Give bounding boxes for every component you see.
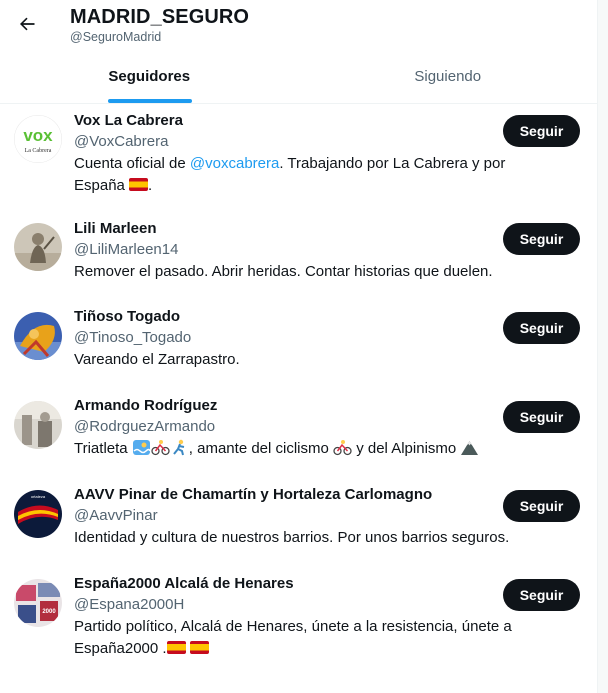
user-bio: Remover el pasado. Abrir heridas. Contar… <box>74 263 493 280</box>
bio-text: España <box>74 177 130 194</box>
runner-icon <box>170 439 189 456</box>
user-bio: Triatleta , amante del ciclismo y del Al… <box>74 438 574 460</box>
user-name[interactable]: AAVV Pinar de Chamartín y Hortaleza Carl… <box>74 486 432 503</box>
scrollbar[interactable] <box>597 0 608 693</box>
avatar[interactable] <box>14 401 62 449</box>
vox-logo-icon: vox La Cabrera <box>14 115 62 163</box>
page-title: MADRID_SEGURO <box>70 6 250 28</box>
follow-button[interactable]: Seguir <box>503 115 580 147</box>
arrow-left-icon <box>20 17 35 31</box>
user-handle: @Tinoso_Togado <box>74 329 192 346</box>
spain-flag-icon <box>129 178 149 191</box>
swimmer-icon <box>132 439 151 456</box>
cyclist-icon <box>151 439 170 456</box>
follow-button[interactable]: Seguir <box>503 490 580 522</box>
user-bio: Cuenta oficial de @voxcabrera. Trabajand… <box>74 155 506 194</box>
user-bio: Vareando el Zarrapastro. <box>74 351 240 368</box>
grey-photo-icon <box>14 401 62 449</box>
user-handle: @VoxCabrera <box>74 133 169 150</box>
bio-text: y del Alpinismo <box>352 440 461 457</box>
page-handle: @SeguroMadrid <box>70 30 162 44</box>
poster-collage-icon: 2000 <box>14 579 62 627</box>
tab-siguiendo[interactable]: Siguiendo <box>299 54 598 103</box>
avatar[interactable]: 2000 <box>14 579 62 627</box>
mountain-icon <box>460 439 479 456</box>
svg-text:ortaleza: ortaleza <box>31 494 46 499</box>
bio-text: Triatleta <box>74 440 132 457</box>
svg-text:La Cabrera: La Cabrera <box>25 148 52 154</box>
follow-button[interactable]: Seguir <box>503 401 580 433</box>
back-button[interactable] <box>10 7 44 41</box>
user-name[interactable]: Tiñoso Togado <box>74 308 180 325</box>
list-item[interactable]: ortaleza AAVV Pinar de Chamartín y Horta… <box>0 480 597 568</box>
user-bio: Partido político, Alcalá de Henares, úne… <box>74 616 574 660</box>
avatar[interactable] <box>14 312 62 360</box>
user-name[interactable]: Vox La Cabrera <box>74 112 183 129</box>
list-item[interactable]: Armando Rodríguez @RodrguezArmando Segui… <box>0 391 597 479</box>
list-item[interactable]: vox La Cabrera Vox La Cabrera @VoxCabrer… <box>0 105 597 213</box>
tab-bar: Seguidores Siguiendo <box>0 54 597 104</box>
list-item[interactable]: Tiñoso Togado @Tinoso_Togado Seguir Vare… <box>0 302 597 390</box>
svg-text:2000: 2000 <box>42 609 56 615</box>
cyclist-icon <box>333 439 352 456</box>
spain-flag-icon <box>166 641 186 654</box>
active-tab-indicator <box>108 99 192 103</box>
user-handle: @LiliMarleen14 <box>74 241 179 258</box>
user-name[interactable]: Armando Rodríguez <box>74 397 217 414</box>
cartoon-figure-icon <box>14 312 62 360</box>
profile-header: MADRID_SEGURO @SeguroMadrid <box>0 0 597 54</box>
spain-flag-badge-icon: ortaleza <box>14 490 62 538</box>
tab-seguidores[interactable]: Seguidores <box>0 54 299 103</box>
bio-mention-link[interactable]: @voxcabrera <box>190 155 279 172</box>
list-item[interactable]: 2000 España2000 Alcalá de Henares @Espan… <box>0 569 597 679</box>
bio-text: . Trabajando por La Cabrera y por <box>279 155 506 172</box>
avatar[interactable]: ortaleza <box>14 490 62 538</box>
spain-flag-icon <box>189 641 209 654</box>
follow-button[interactable]: Seguir <box>503 579 580 611</box>
bio-text: España2000 . <box>74 640 167 657</box>
user-handle: @RodrguezArmando <box>74 418 216 435</box>
sepia-photo-icon <box>14 223 62 271</box>
follow-button[interactable]: Seguir <box>503 223 580 255</box>
bio-text: Cuenta oficial de <box>74 155 190 172</box>
user-name[interactable]: Lili Marleen <box>74 220 157 237</box>
user-handle: @AavvPinar <box>74 507 158 524</box>
tab-label: Siguiendo <box>414 68 482 85</box>
bio-text: , amante del ciclismo <box>188 440 334 457</box>
avatar[interactable] <box>14 223 62 271</box>
list-item[interactable]: Lili Marleen @LiliMarleen14 Seguir Remov… <box>0 213 597 301</box>
follow-button[interactable]: Seguir <box>503 312 580 344</box>
user-bio: Identidad y cultura de nuestros barrios.… <box>74 529 510 546</box>
tab-label: Seguidores <box>108 68 191 85</box>
user-name[interactable]: España2000 Alcalá de Henares <box>74 575 294 592</box>
user-handle: @Espana2000H <box>74 596 185 613</box>
svg-text:vox: vox <box>23 126 53 145</box>
avatar[interactable]: vox La Cabrera <box>14 115 62 163</box>
bio-text: Partido político, Alcalá de Henares, úne… <box>74 618 512 635</box>
